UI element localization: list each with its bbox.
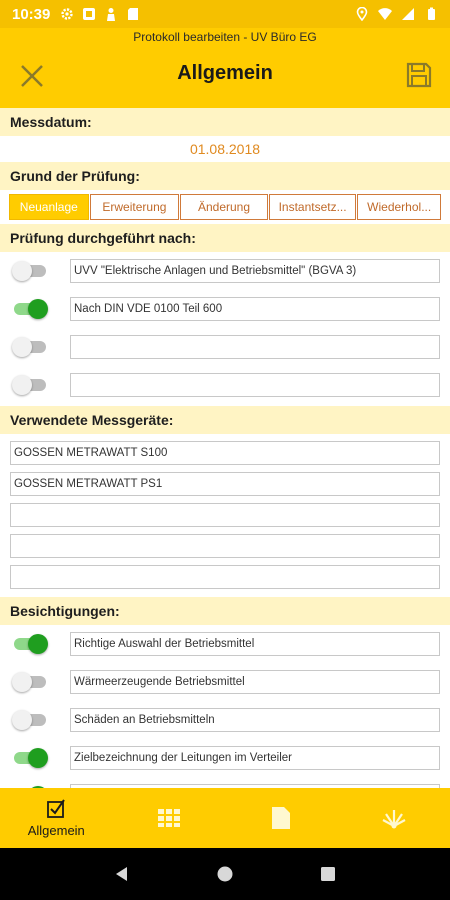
tab-erweiterung[interactable]: Erweiterung	[89, 194, 180, 220]
pruefung-field[interactable]: Nach DIN VDE 0100 Teil 600	[70, 297, 440, 321]
notification-icon	[83, 8, 96, 20]
location-icon	[356, 7, 368, 21]
page-title: Allgemein	[177, 62, 273, 84]
nav-document[interactable]	[225, 788, 338, 848]
pruefung-field[interactable]	[70, 335, 440, 359]
pruefung-switch[interactable]	[12, 375, 52, 395]
besichtigung-switch[interactable]	[12, 634, 52, 654]
wifi-icon	[378, 8, 392, 20]
messgeraet-field[interactable]	[10, 503, 440, 527]
nav-allgemein-label: Allgemein	[27, 823, 85, 838]
pruefung-row	[0, 328, 450, 366]
tab-aenderung[interactable]: Änderung	[180, 194, 268, 220]
pruefung-field[interactable]: UVV "Elektrische Anlagen und Betriebsmit…	[70, 259, 440, 283]
tab-instandsetzung[interactable]: Instantsetz...	[268, 194, 357, 220]
status-bar: 10:39	[0, 0, 450, 28]
pruefung-row	[0, 366, 450, 404]
messdatum-value[interactable]: 01.08.2018	[0, 136, 450, 162]
pruefung-row: UVV "Elektrische Anlagen und Betriebsmit…	[0, 252, 450, 290]
besichtigung-field[interactable]: Wärmeerzeugende Betriebsmittel	[70, 670, 440, 694]
tab-wiederholung[interactable]: Wiederhol...	[357, 194, 441, 220]
messgeraet-field[interactable]	[10, 565, 440, 589]
grid-icon	[157, 809, 180, 827]
messgeraet-field[interactable]: GOSSEN METRAWATT S100	[10, 441, 440, 465]
besichtigung-row: Richtige Auswahl der Betriebsmittel	[0, 625, 450, 663]
besichtigung-field[interactable]: Richtige Auswahl der Betriebsmittel	[70, 632, 440, 656]
page-subtitle: Protokoll bearbeiten - UV Büro EG	[133, 30, 317, 44]
signal-icon	[402, 8, 414, 20]
pruefung-switch[interactable]	[12, 299, 52, 319]
messgeraet-field[interactable]: GOSSEN METRAWATT PS1	[10, 472, 440, 496]
system-nav-bar	[0, 848, 450, 900]
besichtigung-row: Zielbezeichnung der Leitungen im Verteil…	[0, 739, 450, 777]
sd-card-icon	[128, 8, 139, 20]
nav-measurement[interactable]	[338, 788, 450, 848]
home-icon[interactable]	[216, 865, 234, 883]
section-besichtigungen: Besichtigungen:	[0, 597, 450, 625]
besichtigung-switch[interactable]	[12, 748, 52, 768]
document-icon	[272, 807, 291, 829]
section-messgeraete: Verwendete Messgeräte:	[0, 406, 450, 434]
back-icon[interactable]	[113, 865, 131, 883]
besichtigung-switch[interactable]	[12, 672, 52, 692]
grund-tabs: Neuanlage Erweiterung Änderung Instantse…	[0, 190, 450, 224]
besichtigung-row: Wärmeerzeugende Betriebsmittel	[0, 663, 450, 701]
status-time: 10:39	[12, 5, 51, 23]
section-grund: Grund der Prüfung:	[0, 162, 450, 190]
messgeraet-field[interactable]	[10, 534, 440, 558]
save-icon[interactable]	[405, 61, 433, 89]
nav-grid[interactable]	[113, 788, 226, 848]
tab-neuanlage[interactable]: Neuanlage	[9, 194, 89, 220]
recents-icon[interactable]	[319, 865, 337, 883]
person-icon	[107, 8, 116, 21]
battery-icon	[428, 7, 435, 20]
app-bar: Protokoll bearbeiten - UV Büro EG Allgem…	[0, 28, 450, 108]
pruefung-switch[interactable]	[12, 261, 52, 281]
besichtigung-row: Schäden an Betriebsmitteln	[0, 701, 450, 739]
bottom-nav: Allgemein	[0, 788, 450, 848]
pruefung-row: Nach DIN VDE 0100 Teil 600	[0, 290, 450, 328]
besichtigung-row	[0, 777, 450, 788]
besichtigung-switch[interactable]	[12, 710, 52, 730]
form-content[interactable]: Messdatum: 01.08.2018 Grund der Prüfung:…	[0, 108, 450, 788]
pruefung-switch[interactable]	[12, 337, 52, 357]
checkbox-icon	[47, 799, 66, 818]
section-messdatum: Messdatum:	[0, 108, 450, 136]
besichtigung-field[interactable]: Schäden an Betriebsmitteln	[70, 708, 440, 732]
pruefung-field[interactable]	[70, 373, 440, 397]
nav-allgemein[interactable]: Allgemein	[0, 788, 113, 848]
besichtigung-field[interactable]: Zielbezeichnung der Leitungen im Verteil…	[70, 746, 440, 770]
section-pruefung: Prüfung durchgeführt nach:	[0, 224, 450, 252]
settings-icon	[61, 8, 74, 20]
measurement-icon	[382, 810, 406, 829]
